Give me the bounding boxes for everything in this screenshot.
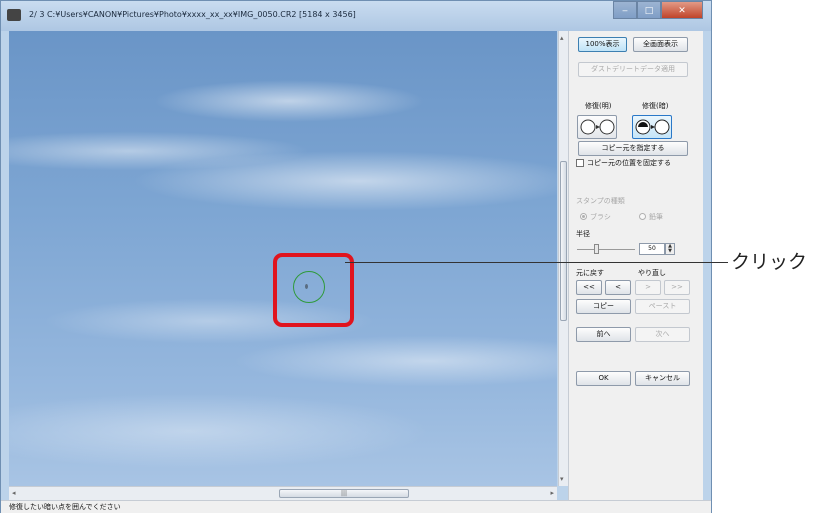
app-icon [7, 9, 21, 21]
app-window: 2/ 3 C:¥Users¥CANON¥Pictures¥Photo¥xxxx_… [0, 0, 712, 513]
click-highlight-box [273, 253, 354, 327]
callout-label: クリック [731, 251, 808, 273]
scroll-right-icon[interactable]: ▸ [550, 489, 554, 497]
status-text: 修復したい暗い点を囲んでください [9, 503, 121, 511]
callout-line [345, 262, 728, 263]
cancel-button[interactable]: キャンセル [635, 371, 690, 386]
redo-button[interactable]: > [635, 280, 661, 295]
redo-all-button[interactable]: >> [664, 280, 690, 295]
brush-label: ブラシ [590, 213, 611, 221]
horizontal-scrollbar[interactable]: ◂ ||| ▸ [9, 486, 557, 500]
copy-button[interactable]: コピー [576, 299, 631, 314]
set-copy-source-button[interactable]: コピー元を指定する [578, 141, 688, 156]
previous-button[interactable]: 前へ [576, 327, 631, 342]
ok-button[interactable]: OK [576, 371, 631, 386]
radius-slider-thumb[interactable] [594, 244, 600, 254]
paste-button[interactable]: ペースト [635, 299, 690, 314]
next-button[interactable]: 次へ [635, 327, 690, 342]
undo-label: 元に戻す [576, 269, 604, 277]
repair-dark-icon [635, 119, 670, 135]
repair-light-icon [580, 119, 615, 135]
scroll-left-icon[interactable]: ◂ [12, 489, 16, 497]
scroll-down-icon[interactable]: ▾ [560, 475, 564, 483]
window-controls: ‒ □ ✕ [613, 1, 703, 19]
stamp-type-label: スタンプの種類 [576, 197, 625, 205]
title-bar: 2/ 3 C:¥Users¥CANON¥Pictures¥Photo¥xxxx_… [1, 1, 711, 31]
radius-label: 半径 [576, 230, 590, 238]
horizontal-scroll-thumb[interactable]: ||| [279, 489, 409, 498]
tool-panel: 100%表示 全画面表示 ダストデリートデータ適用 修復(明) 修復(暗) コピ… [568, 31, 703, 500]
mode-light-label: 修復(明) [585, 102, 612, 110]
radius-slider-track[interactable] [577, 249, 635, 250]
scroll-up-icon[interactable]: ▴ [560, 34, 564, 42]
mode-dark-label: 修復(暗) [642, 102, 669, 110]
fix-copy-source-checkbox[interactable] [576, 159, 584, 167]
vertical-scroll-thumb[interactable] [560, 161, 567, 321]
undo-all-button[interactable]: << [576, 280, 602, 295]
status-bar: 修復したい暗い点を囲んでください [1, 500, 711, 513]
undo-button[interactable]: < [605, 280, 631, 295]
radius-spinner[interactable]: ▲ ▼ [665, 243, 675, 255]
image-canvas[interactable] [9, 31, 557, 486]
pencil-label: 鉛筆 [649, 213, 663, 221]
maximize-button[interactable]: □ [637, 1, 661, 19]
fix-copy-source-label: コピー元の位置を固定する [587, 159, 671, 167]
repair-light-button[interactable] [577, 115, 617, 139]
apply-dust-data-button[interactable]: ダストデリートデータ適用 [578, 62, 688, 77]
close-button[interactable]: ✕ [661, 1, 703, 19]
brush-radio[interactable] [580, 213, 587, 220]
vertical-scrollbar[interactable]: ▴ ▾ [558, 31, 568, 486]
pencil-radio[interactable] [639, 213, 646, 220]
view-100-button[interactable]: 100%表示 [578, 37, 627, 52]
repair-dark-button[interactable] [632, 115, 672, 139]
fit-view-button[interactable]: 全画面表示 [633, 37, 688, 52]
window-title: 2/ 3 C:¥Users¥CANON¥Pictures¥Photo¥xxxx_… [29, 10, 356, 19]
radius-input[interactable]: 50 [639, 243, 665, 255]
redo-label: やり直し [638, 269, 666, 277]
minimize-button[interactable]: ‒ [613, 1, 637, 19]
